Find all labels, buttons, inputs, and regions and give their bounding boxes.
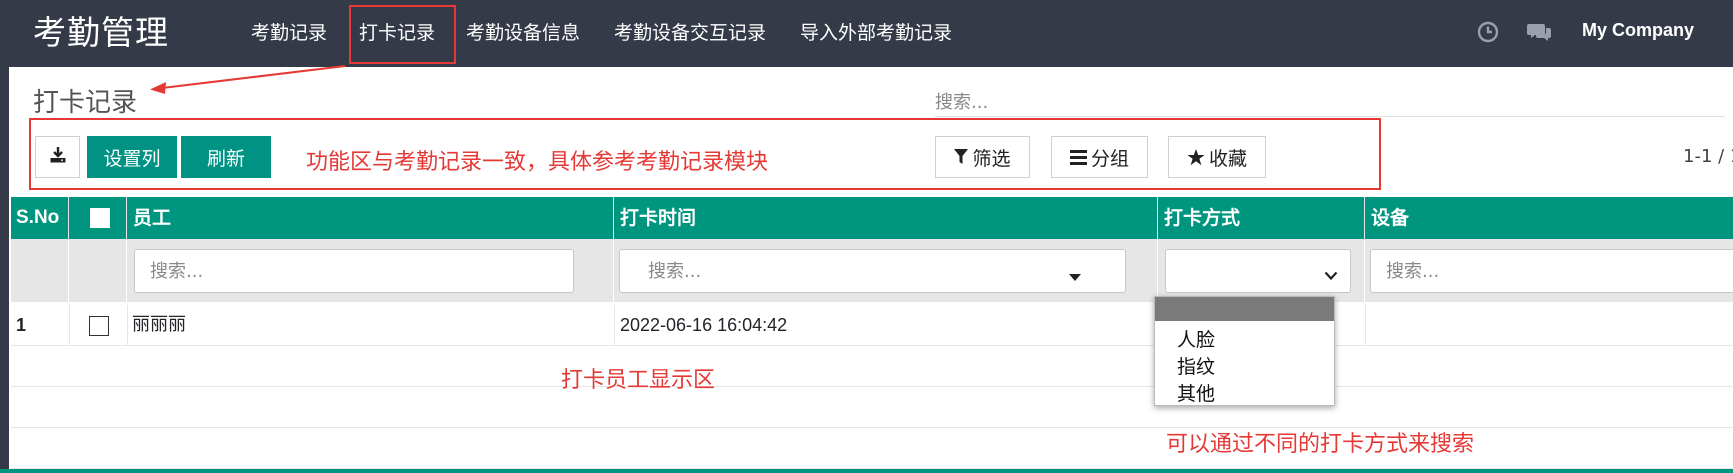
- nav-item-device-interaction-records[interactable]: 考勤设备交互记录: [614, 19, 766, 47]
- row-punch-time: 2022-06-16 16:04:42: [620, 315, 788, 335]
- annotation-dropdown-note: 可以通过不同的打卡方式来搜索: [1166, 432, 1475, 457]
- column-divider: [127, 305, 128, 345]
- filter-cell-employee: [127, 239, 614, 302]
- column-divider: [1365, 305, 1366, 345]
- dropdown-option-other[interactable]: 其他: [1177, 379, 1215, 406]
- employee-filter-input[interactable]: [134, 249, 574, 293]
- download-button[interactable]: [35, 136, 80, 178]
- punch-time-filter-input[interactable]: [619, 249, 1126, 293]
- annotation-toolbar-note: 功能区与考勤记录一致，具体参考考勤记录模块: [306, 150, 769, 175]
- row-employee: 丽丽丽: [132, 314, 186, 335]
- download-icon: [49, 146, 67, 169]
- company-switcher[interactable]: My Company: [1582, 20, 1694, 41]
- table-row-empty: [11, 387, 1733, 428]
- table-row-empty: [11, 428, 1733, 469]
- annotation-highlight-box: [349, 5, 456, 64]
- table-header: S.No 员工 打卡时间 打卡方式 设备: [11, 197, 1733, 239]
- favorites-label: 收藏: [1208, 147, 1247, 170]
- device-filter-input[interactable]: [1370, 249, 1733, 293]
- column-header-punch-time[interactable]: 打卡时间: [614, 197, 1158, 239]
- table-row-empty: [11, 346, 1733, 387]
- column-divider: [614, 305, 615, 345]
- column-header-select: [69, 197, 127, 239]
- list-icon: [1069, 149, 1087, 165]
- search-input[interactable]: [935, 88, 1725, 117]
- filter-cell-sno: [11, 239, 69, 302]
- refresh-button[interactable]: 刷新: [181, 136, 271, 178]
- clock-icon[interactable]: [1477, 21, 1499, 47]
- column-header-employee[interactable]: 员工: [127, 197, 614, 239]
- dropdown-option-face[interactable]: 人脸: [1177, 325, 1215, 352]
- column-divider: [69, 305, 70, 345]
- filter-button[interactable]: 筛选: [935, 136, 1030, 178]
- nav-item-device-info[interactable]: 考勤设备信息: [466, 19, 580, 47]
- column-header-sno[interactable]: S.No: [11, 197, 69, 239]
- row-checkbox[interactable]: [89, 316, 109, 336]
- dropdown-option-fingerprint[interactable]: 指纹: [1177, 352, 1215, 379]
- left-edge-strip: [0, 67, 9, 473]
- page-title: 打卡记录: [33, 88, 138, 118]
- chat-icon[interactable]: [1527, 21, 1553, 47]
- group-by-label: 分组: [1090, 147, 1129, 170]
- filter-cell-punch-method: [1158, 239, 1365, 302]
- filter-cell-punch-time: [614, 239, 1158, 302]
- filter-label: 筛选: [972, 147, 1011, 170]
- star-icon: [1187, 148, 1205, 166]
- group-by-button[interactable]: 分组: [1051, 136, 1148, 178]
- nav-item-import-external-records[interactable]: 导入外部考勤记录: [800, 19, 952, 47]
- filter-icon: [954, 149, 969, 165]
- punch-method-dropdown: 人脸 指纹 其他: [1154, 296, 1335, 406]
- filter-cell-device: [1365, 239, 1733, 302]
- dropdown-option-blank[interactable]: [1155, 297, 1334, 321]
- column-header-device[interactable]: 设备: [1365, 197, 1733, 239]
- bottom-accent-bar: [0, 469, 1733, 473]
- top-navbar: 考勤管理 考勤记录 打卡记录 考勤设备信息 考勤设备交互记录 导入外部考勤记录 …: [0, 0, 1733, 67]
- pager-value[interactable]: 1-1 / 1: [1683, 146, 1733, 167]
- nav-item-attendance-records[interactable]: 考勤记录: [251, 19, 327, 47]
- caret-down-icon[interactable]: [1069, 267, 1081, 286]
- table-row[interactable]: 1 丽丽丽 2022-06-16 16:04:42: [11, 305, 1733, 346]
- punch-method-select[interactable]: [1165, 249, 1351, 293]
- set-columns-button[interactable]: 设置列: [87, 136, 177, 178]
- table-filter-row: [11, 239, 1733, 302]
- annotation-list-note: 打卡员工显示区: [561, 368, 716, 393]
- row-sno: 1: [16, 315, 27, 335]
- filter-cell-select: [69, 239, 127, 302]
- select-all-checkbox[interactable]: [90, 208, 110, 228]
- app-title: 考勤管理: [33, 13, 169, 52]
- chevron-down-icon: [1324, 265, 1338, 286]
- favorites-button[interactable]: 收藏: [1168, 136, 1266, 178]
- column-header-punch-method[interactable]: 打卡方式: [1158, 197, 1365, 239]
